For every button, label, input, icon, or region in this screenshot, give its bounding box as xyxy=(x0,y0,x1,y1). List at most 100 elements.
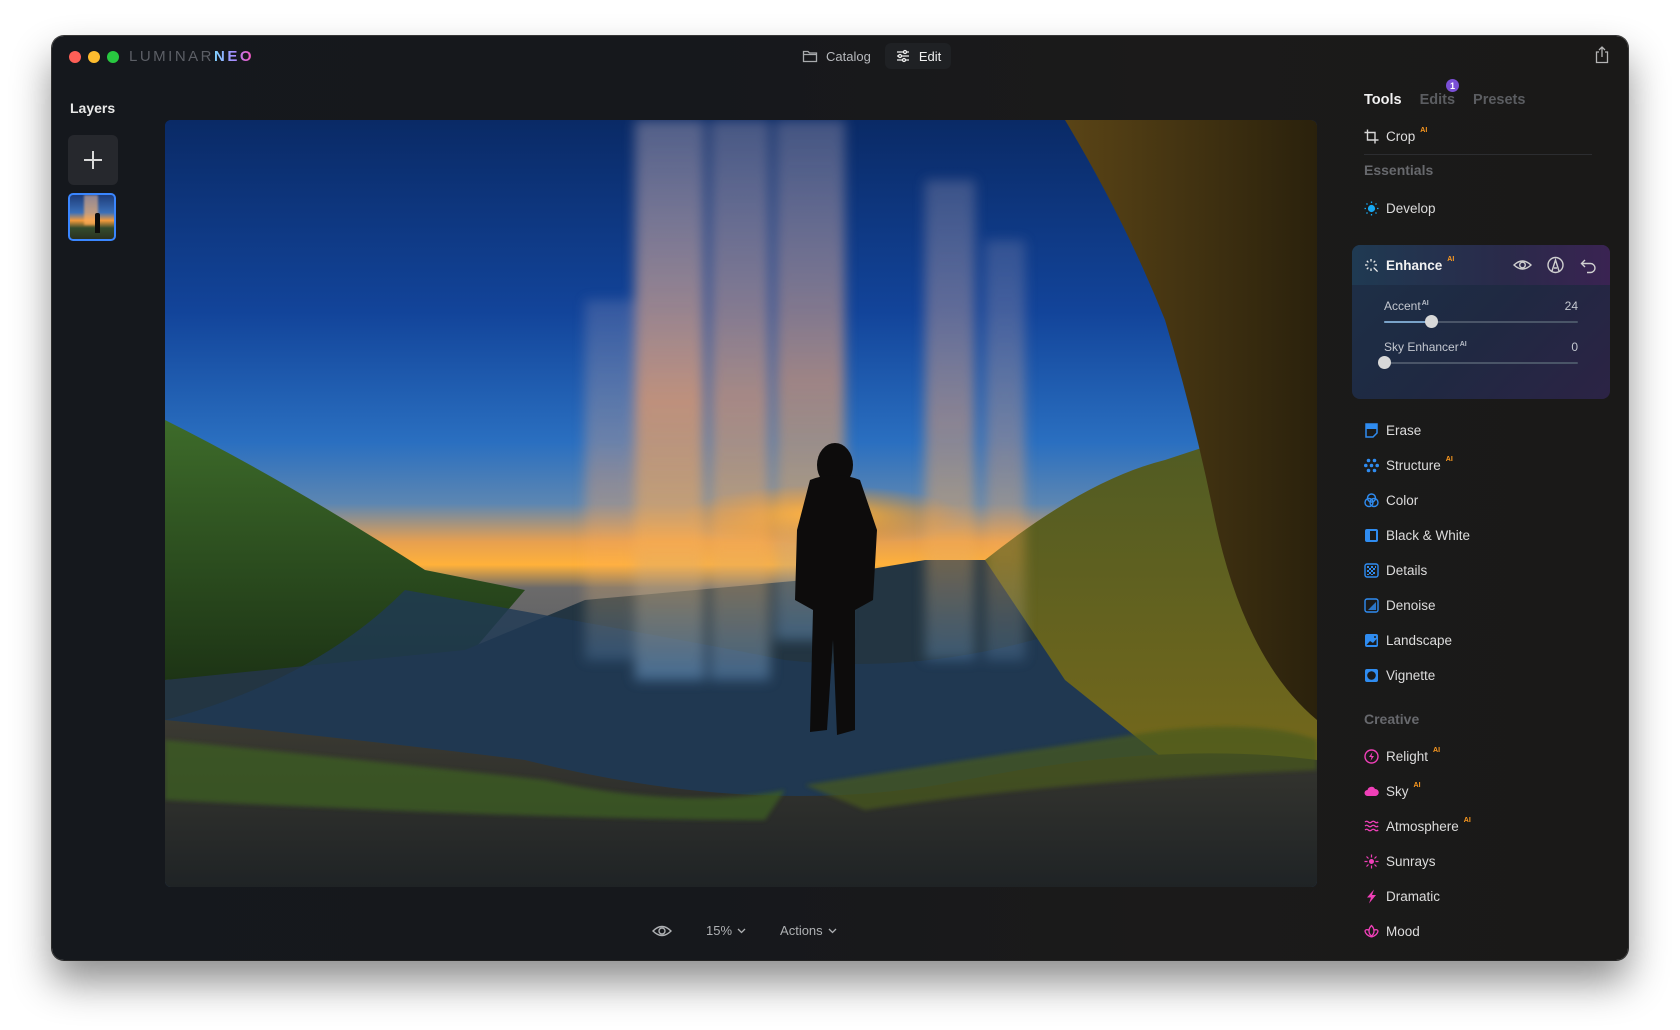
vignette-icon xyxy=(1365,668,1378,682)
app-logo: LUMINARNEO xyxy=(129,48,254,65)
eye-icon[interactable] xyxy=(1513,256,1532,274)
tab-presets-label: Presets xyxy=(1473,92,1526,108)
tab-presets[interactable]: Presets xyxy=(1473,92,1525,108)
accent-slider[interactable] xyxy=(1384,315,1578,328)
enhance-header[interactable]: Enhance AI xyxy=(1352,245,1610,285)
mode-edit-button[interactable]: Edit xyxy=(884,43,952,69)
crop-icon xyxy=(1364,129,1379,143)
mask-icon[interactable] xyxy=(1546,256,1565,274)
ai-badge: AI xyxy=(1445,456,1453,463)
black-white-icon xyxy=(1365,528,1378,542)
photo-canvas[interactable] xyxy=(165,120,1317,887)
section-creative: Creative xyxy=(1364,711,1420,727)
ai-badge: AI xyxy=(1463,817,1471,824)
panel-tabs: Tools Edits 1 Presets xyxy=(1364,79,1525,108)
preview-toggle-button[interactable] xyxy=(652,924,672,938)
tool-atmosphere[interactable]: Atmosphere AI xyxy=(1364,816,1471,836)
tool-denoise[interactable]: Denoise xyxy=(1364,595,1436,615)
minimize-window-button[interactable] xyxy=(88,51,100,63)
tool-label: Color xyxy=(1386,492,1419,508)
folder-icon xyxy=(802,50,818,63)
slider-label-text: Accent xyxy=(1384,299,1421,313)
dramatic-icon xyxy=(1367,889,1376,903)
tool-color[interactable]: Color xyxy=(1364,490,1418,510)
mode-catalog-button[interactable]: Catalog xyxy=(792,43,881,69)
landscape-icon xyxy=(1365,633,1378,647)
tool-details[interactable]: Details xyxy=(1364,560,1427,580)
slider-thumb[interactable] xyxy=(1378,356,1391,369)
tool-structure[interactable]: Structure AI xyxy=(1364,455,1453,475)
structure-icon xyxy=(1364,458,1379,472)
tab-tools[interactable]: Tools xyxy=(1364,92,1402,108)
tool-label: Crop xyxy=(1386,128,1416,144)
slider-sky-enhancer: Sky Enhancer AI 0 xyxy=(1378,340,1578,369)
eye-icon xyxy=(652,925,672,936)
sliders-icon xyxy=(896,49,909,63)
sky-icon xyxy=(1364,786,1379,796)
layers-title: Layers xyxy=(70,100,116,116)
tool-label: Structure xyxy=(1386,457,1441,473)
close-window-button[interactable] xyxy=(69,51,81,63)
tool-label: Atmosphere xyxy=(1386,818,1459,834)
tool-label: Enhance xyxy=(1386,257,1443,273)
edits-count-badge: 1 xyxy=(1446,79,1460,92)
chevron-down-icon xyxy=(828,928,837,933)
tool-relight[interactable]: Relight AI xyxy=(1364,746,1440,766)
sky-enhancer-slider[interactable] xyxy=(1378,356,1578,369)
add-layer-button[interactable] xyxy=(68,135,118,185)
tool-vignette[interactable]: Vignette xyxy=(1364,665,1435,685)
tab-edits-label: Edits xyxy=(1419,92,1456,108)
tool-label: Mood xyxy=(1386,923,1420,939)
divider xyxy=(1364,154,1592,155)
tool-label: Vignette xyxy=(1386,667,1436,683)
slider-fill xyxy=(1384,321,1431,323)
thumb-figure xyxy=(95,213,100,233)
tool-black-white[interactable]: Black & White xyxy=(1364,525,1470,545)
zoom-window-button[interactable] xyxy=(107,51,119,63)
tool-mood[interactable]: Mood xyxy=(1364,921,1420,941)
tool-landscape[interactable]: Landscape xyxy=(1364,630,1452,650)
tool-label: Sunrays xyxy=(1386,853,1436,869)
tool-develop[interactable]: Develop xyxy=(1364,198,1436,218)
actions-label: Actions xyxy=(780,923,823,938)
relight-icon xyxy=(1364,748,1379,764)
tool-erase[interactable]: Erase xyxy=(1364,420,1421,440)
erase-icon xyxy=(1365,422,1378,438)
chevron-down-icon xyxy=(737,928,746,933)
tool-sunrays[interactable]: Sunrays xyxy=(1364,851,1436,871)
ai-badge: AI xyxy=(1433,747,1441,754)
enhance-actions xyxy=(1513,256,1598,274)
ai-badge: AI xyxy=(1447,256,1455,263)
layer-thumbnail[interactable] xyxy=(68,193,116,241)
bottom-toolbar: 15% Actions xyxy=(652,923,837,938)
denoise-icon xyxy=(1364,597,1379,613)
logo-primary: LUMINAR xyxy=(129,48,215,65)
mode-switcher: Catalog Edit xyxy=(792,43,952,69)
details-icon xyxy=(1364,562,1379,578)
enhance-panel: Enhance AI AccentAI 24 Sky EnhancerAI xyxy=(1352,245,1610,399)
slider-label: Accent AI xyxy=(1384,299,1578,313)
tool-enhance[interactable]: Enhance AI xyxy=(1364,255,1454,275)
slider-thumb[interactable] xyxy=(1424,315,1438,328)
sunrays-icon xyxy=(1364,854,1379,868)
tool-crop[interactable]: Crop AI xyxy=(1364,126,1427,146)
slider-value: 24 xyxy=(1564,299,1578,313)
tool-dramatic[interactable]: Dramatic xyxy=(1364,886,1440,906)
logo-secondary: NEO xyxy=(214,48,255,65)
tab-edits[interactable]: Edits 1 xyxy=(1419,79,1460,108)
slider-value: 0 xyxy=(1571,340,1578,354)
mode-catalog-label: Catalog xyxy=(826,48,871,64)
section-essentials: Essentials xyxy=(1364,162,1434,178)
slider-accent: Accent AI 24 xyxy=(1384,299,1578,328)
zoom-value: 15% xyxy=(706,923,733,938)
actions-dropdown[interactable]: Actions xyxy=(780,923,837,938)
tool-label: Sky xyxy=(1386,783,1409,799)
tool-sky[interactable]: Sky AI xyxy=(1364,781,1421,801)
tool-label: Details xyxy=(1386,562,1428,578)
tab-tools-label: Tools xyxy=(1364,92,1402,108)
ai-badge: AI xyxy=(1413,782,1421,789)
reset-icon[interactable] xyxy=(1579,256,1598,274)
zoom-dropdown[interactable]: 15% xyxy=(706,923,746,938)
window-controls xyxy=(69,51,119,63)
tool-label: Black & White xyxy=(1386,527,1471,543)
